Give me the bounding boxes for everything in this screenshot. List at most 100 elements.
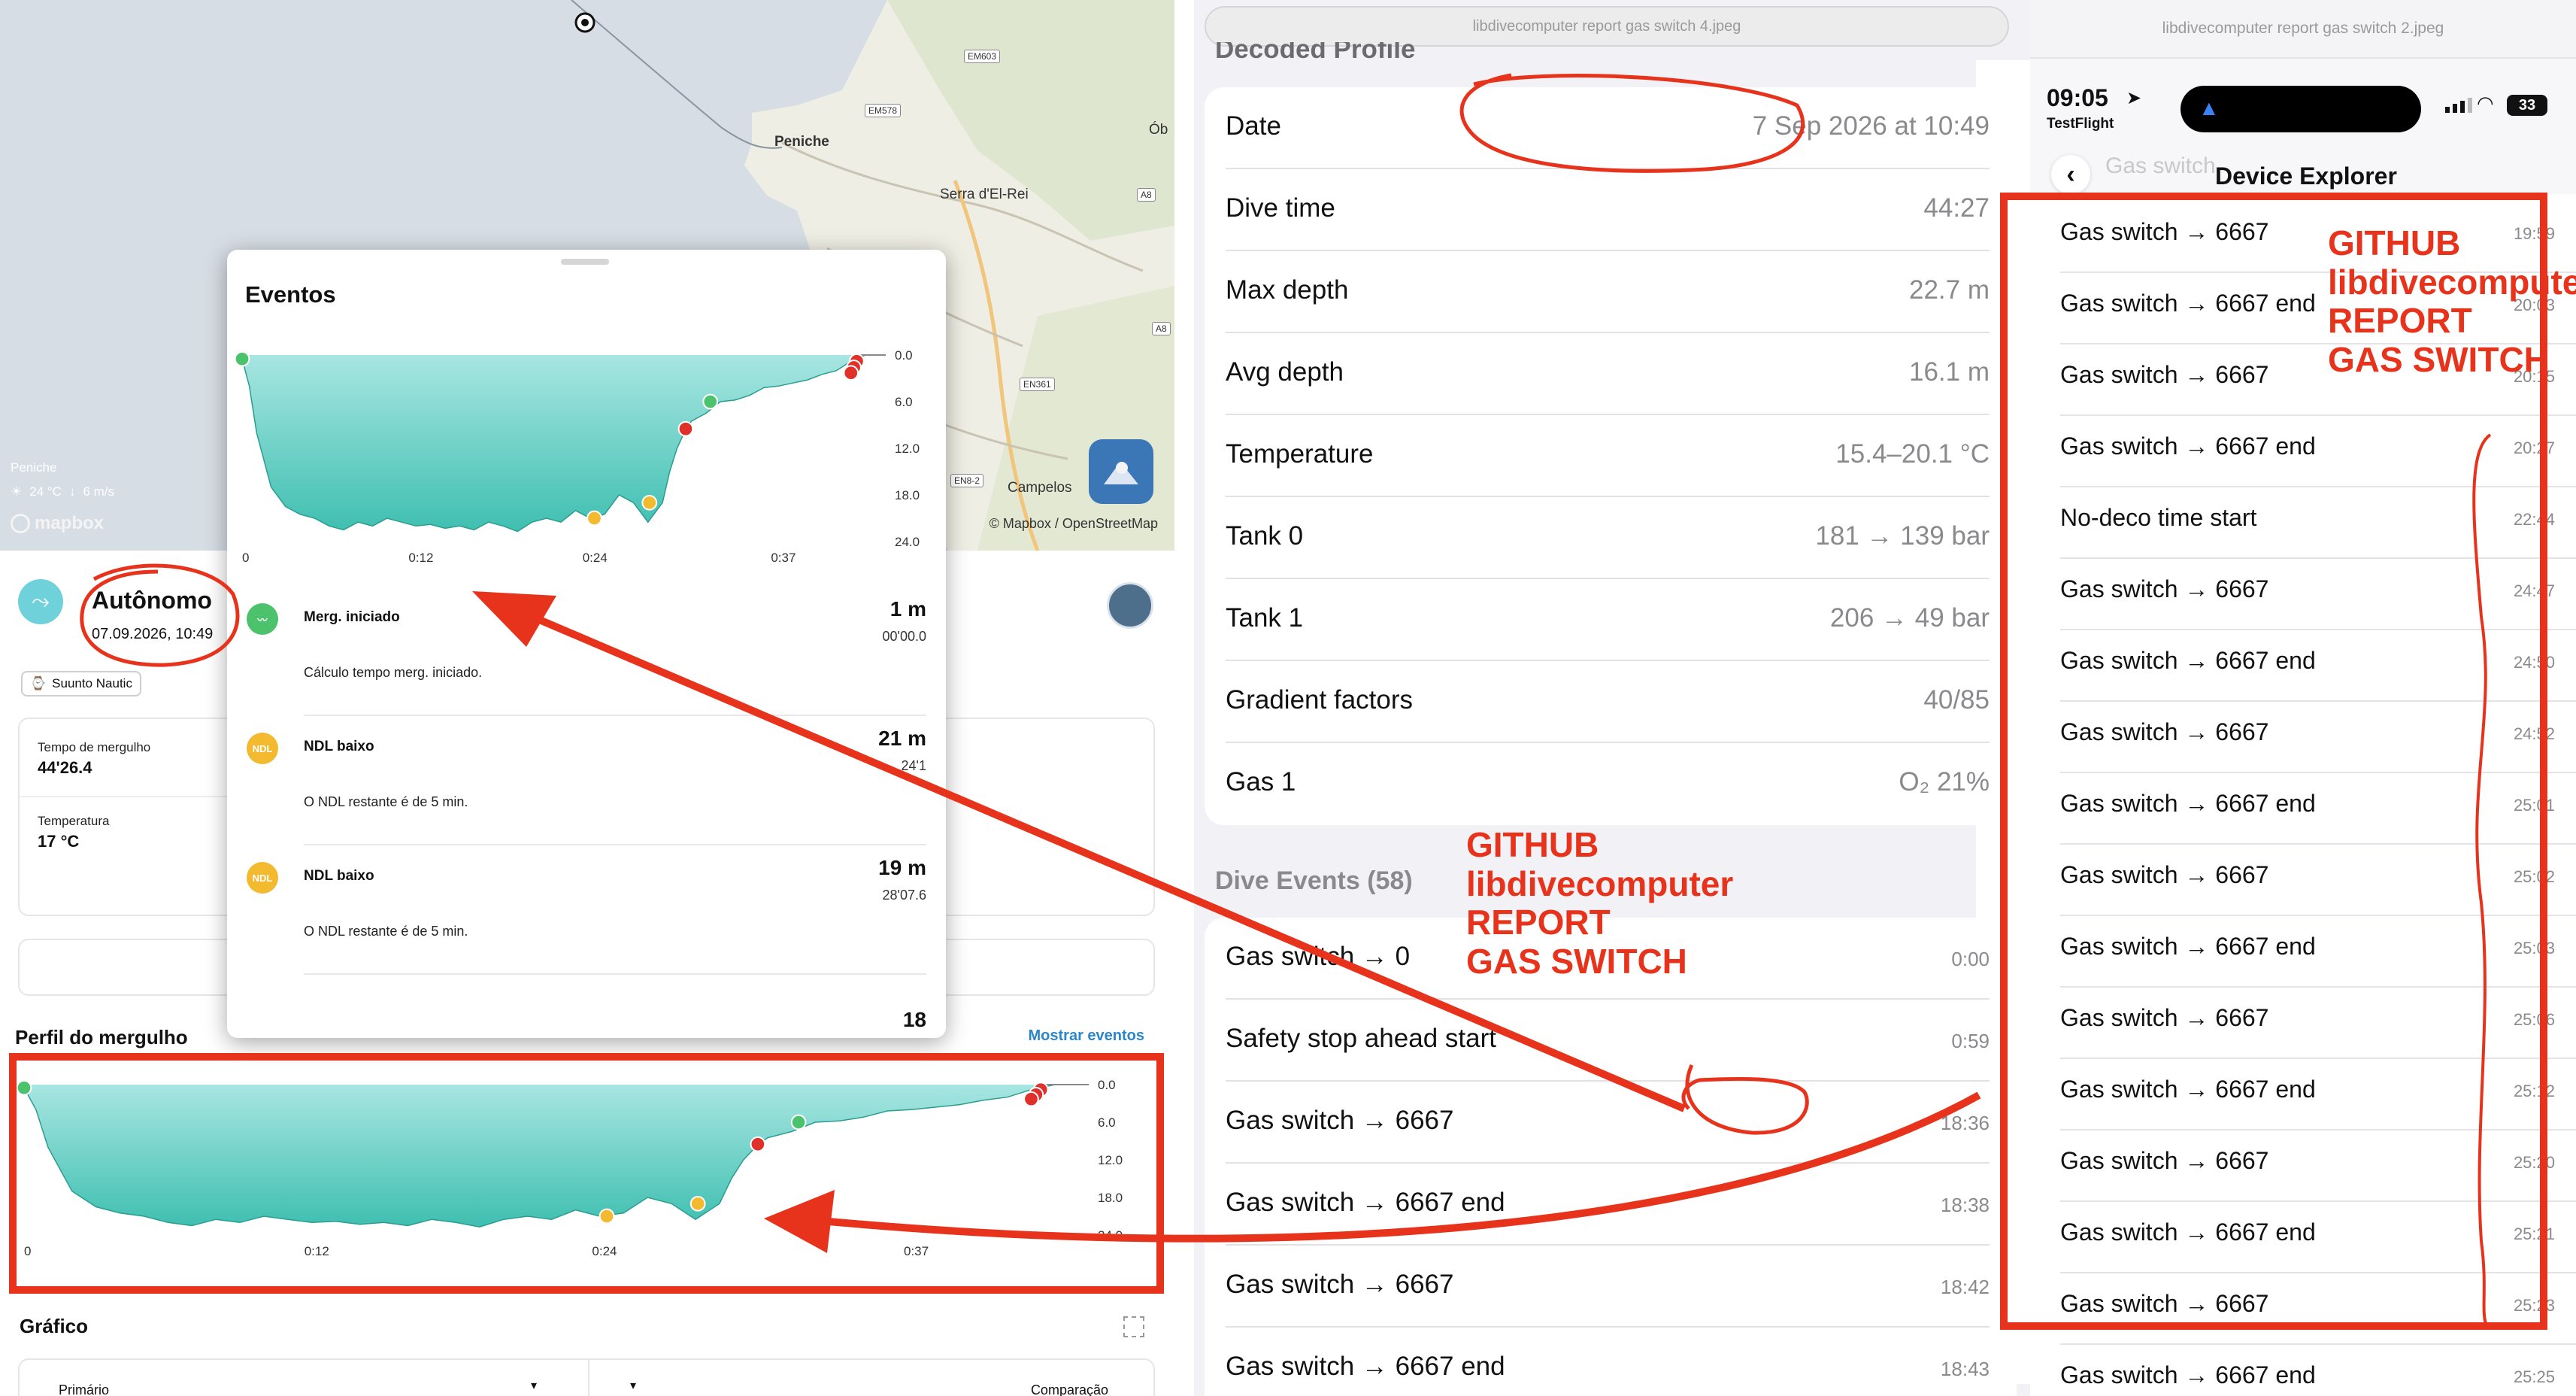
event-time: 18:43 (1940, 1358, 1990, 1380)
y-tick-label: 6.0 (895, 395, 913, 409)
event-marker[interactable] (586, 510, 602, 527)
x-tick-label: 0:12 (408, 551, 433, 563)
x-tick-label: 0:37 (771, 551, 796, 563)
avatar[interactable] (1107, 582, 1153, 629)
events-sheet: Eventos 0.0 6.0 12.0 18.0 24.0 0 0:12 0:24 0:37 … (227, 250, 946, 1038)
detail-row: Tank 1 206 → 49 bar (1205, 579, 2017, 661)
x-tick-label: 0:24 (583, 551, 608, 563)
section-title: Decoded Profile (1215, 42, 1416, 63)
expand-icon[interactable] (1123, 1316, 1144, 1337)
list-item-time: 25:25 (2513, 1367, 2555, 1386)
merg-iniciado-icon: 〰 (247, 603, 278, 635)
sheet-title: Eventos (245, 281, 336, 308)
detail-value: 40/85 (1923, 685, 1990, 715)
event-marker[interactable] (234, 351, 250, 367)
event-marker[interactable] (641, 494, 658, 511)
image-filename: libdivecomputer report gas switch 4.jpeg (1205, 6, 2009, 47)
road-label: EN361 (1020, 378, 1055, 391)
mapbox-logo[interactable]: mapbox (11, 513, 104, 534)
dive-title: Autônomo (92, 587, 212, 614)
signal-icon (2445, 98, 2472, 113)
event-row[interactable]: Gas switch → 6667 end 18:38 (1205, 1164, 2017, 1246)
screenshot-collage: Peniche Serra d'El-Rei Campelos Ób EM603… (0, 0, 2576, 1396)
chevron-down-icon[interactable]: ▾ (531, 1378, 537, 1393)
events-profile-chart[interactable]: 0.0 6.0 12.0 18.0 24.0 0 0:12 0:24 0:37 (227, 322, 946, 563)
divider (20, 796, 230, 797)
detail-value: 22.7 m (1909, 275, 1990, 305)
detail-label: Date (1226, 111, 1281, 141)
event-row[interactable]: Gas switch → 6667 end 18:43 (1205, 1328, 2017, 1396)
event-time: 28'07.6 (882, 888, 927, 903)
x-tick-label: 0 (242, 551, 249, 563)
event-desc: Cálculo tempo merg. iniciado. (304, 665, 483, 680)
decoded-profile-pane: libdivecomputer report gas switch 4.jpeg… (1194, 0, 2030, 1396)
event-row[interactable]: Safety stop ahead start 0:59 (1205, 1000, 2017, 1082)
event-row[interactable]: 〰 Merg. iniciado Cálculo tempo merg. ini… (227, 587, 946, 716)
detail-value: 15.4–20.1 °C (1835, 439, 1990, 469)
annotation-box (9, 1053, 1164, 1294)
event-label: Gas switch → 0 (1226, 942, 1411, 971)
detail-label: Max depth (1226, 275, 1349, 305)
testflight-label[interactable]: TestFlight (2047, 116, 2114, 132)
sun-icon: ☀ (11, 484, 23, 499)
image-filename: libdivecomputer report gas switch 2.jpeg (2030, 0, 2576, 59)
detail-label: Temperature (1226, 439, 1374, 469)
event-label: Gas switch → 6667 end (1226, 1352, 1505, 1381)
event-row[interactable]: Gas switch → 6667 18:42 (1205, 1246, 2017, 1328)
navigation-icon: ▲ (2199, 96, 2220, 120)
event-label: Gas switch → 6667 end (1226, 1188, 1505, 1217)
comparison-label[interactable]: Comparação (1031, 1382, 1108, 1396)
stat-label: Tempo de mergulho (38, 740, 151, 754)
road-label: EM603 (964, 50, 1001, 63)
depth-area (242, 355, 886, 532)
detail-value: 44:27 (1923, 193, 1990, 223)
road-label: EN8-2 (950, 474, 984, 487)
ndl-icon: NDL (247, 733, 278, 764)
event-marker[interactable] (677, 420, 694, 437)
event-row[interactable]: NDL NDL baixo O NDL restante é de 5 min.… (227, 716, 946, 845)
list-item-label: Gas switch → 6667 end (2060, 1361, 2316, 1388)
back-label[interactable]: Gas switch (2105, 153, 2216, 179)
detail-row: Temperature 15.4–20.1 °C (1205, 415, 2017, 497)
chevron-down-icon[interactable]: ▾ (630, 1378, 636, 1393)
detail-row: Date 7 Sep 2026 at 10:49 (1205, 87, 2017, 169)
event-title: NDL baixo (304, 868, 374, 884)
detail-value: 7 Sep 2026 at 10:49 (1752, 111, 1990, 141)
map-attribution[interactable]: © Mapbox / OpenStreetMap (989, 516, 1158, 532)
wind-value: 6 m/s (83, 484, 115, 499)
back-button[interactable]: ‹ (2051, 155, 2090, 194)
event-depth: 1 m (889, 597, 926, 621)
map-place-ob: Ób (1149, 122, 1168, 138)
event-marker[interactable] (843, 365, 859, 381)
dive-datetime: 07.09.2026, 10:49 (92, 626, 214, 642)
road-label: A8 (1137, 188, 1156, 202)
graph-selector: Primário ▾ ▾ Comparação (18, 1358, 1155, 1396)
weather-place: Peniche (11, 460, 57, 475)
road-label: EM578 (865, 104, 902, 117)
event-time: 18:36 (1940, 1112, 1990, 1134)
detail-value: 206 → 49 bar (1829, 603, 1990, 633)
event-label: Gas switch → 6667 (1226, 1270, 1454, 1299)
device-badge[interactable]: ⌚ Suunto Nautic (21, 671, 141, 696)
detail-row: Tank 0 181 → 139 bar (1205, 497, 2017, 579)
events-title: Dive Events (58) (1215, 866, 1413, 895)
nav-title: Device Explorer (2215, 162, 2397, 190)
annotation-label: GITHUB libdivecomputer REPORT GAS SWITCH (2328, 224, 2576, 379)
ndl-icon: NDL (247, 862, 278, 894)
sheet-handle[interactable] (561, 259, 609, 265)
divider (304, 973, 926, 975)
show-events-link[interactable]: Mostrar eventos (1029, 1027, 1145, 1045)
list-item[interactable]: Gas switch → 6667 end 25:25 (2030, 1345, 2576, 1396)
event-row[interactable]: NDL NDL baixo O NDL restante é de 5 min.… (227, 845, 946, 975)
primary-label[interactable]: Primário (59, 1382, 109, 1396)
event-time: 18:38 (1940, 1194, 1990, 1216)
event-row[interactable]: Gas switch → 6667 18:36 (1205, 1082, 2017, 1164)
map-style-button[interactable] (1089, 439, 1153, 504)
event-marker[interactable] (702, 393, 719, 410)
detail-label: Tank 0 (1226, 521, 1304, 551)
detail-row: Avg depth 16.1 m (1205, 333, 2017, 415)
y-tick-label: 12.0 (895, 442, 920, 456)
stat-value: 44'26.4 (38, 758, 92, 777)
event-depth: 19 m (878, 856, 926, 879)
detail-label: Tank 1 (1226, 603, 1304, 633)
